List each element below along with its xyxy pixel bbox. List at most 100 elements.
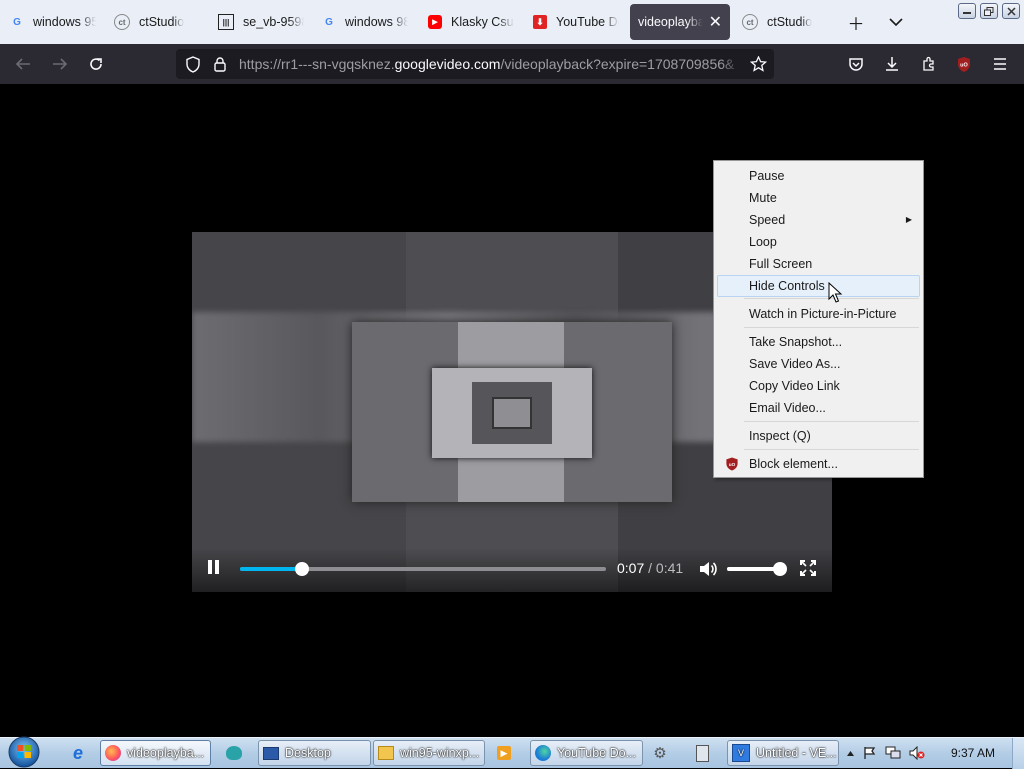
task-videoplayback[interactable]: videoplayba... [100,740,211,766]
submenu-arrow-icon: ▶ [905,215,912,224]
clock[interactable]: 9:37 AM [951,746,995,760]
volume-thumb[interactable] [773,562,788,576]
tab-videoplayback[interactable]: videoplayback ✕ [630,4,730,40]
task-desktop[interactable]: Desktop [258,740,371,766]
menu-item-copy-video-link[interactable]: Copy Video Link [717,375,920,397]
menu-item-label: Email Video... [749,401,826,415]
menu-item-label: Mute [749,191,777,205]
task-label: YouTube Do... [557,746,636,760]
seek-progress [240,567,303,571]
menu-button[interactable] [988,52,1012,76]
show-desktop-button[interactable] [1012,738,1024,769]
task-label: Desktop [285,746,331,760]
pocket-button[interactable] [844,52,868,76]
svg-text:uO: uO [729,462,736,467]
back-button[interactable] [11,52,35,76]
folder-icon [378,746,394,760]
close-icon [1006,6,1016,16]
menu-item-block-element[interactable]: uO Block element... [717,453,920,475]
pause-button[interactable] [208,560,222,576]
volume-muted-icon[interactable] [909,746,925,760]
settings-tool-icon[interactable]: ⚙ [648,742,672,764]
downloads-button[interactable] [880,52,904,76]
tab-klasky-csupo[interactable]: ▶ Klasky Csup [428,4,514,40]
menu-separator [744,449,919,450]
url-text[interactable]: https://rr1---sn-vgqsknez.googlevideo.co… [239,56,741,72]
menu-item-take-snapshot[interactable]: Take Snapshot... [717,331,920,353]
ctstudio-icon: ct [114,14,130,30]
menu-item-inspect[interactable]: Inspect (Q) [717,425,920,447]
menu-item-email-video[interactable]: Email Video... [717,397,920,419]
menu-separator [744,327,919,328]
menu-item-speed[interactable]: Speed ▶ [717,209,920,231]
close-tab-icon[interactable]: ✕ [709,12,722,32]
download-icon: ⬇ [533,15,547,29]
url-bar[interactable]: https://rr1---sn-vgqsknez.googlevideo.co… [176,49,774,79]
tab-youtube-downloader[interactable]: ⬇ YouTube Do [533,4,619,40]
menu-item-hide-controls[interactable]: Hide Controls [717,275,920,297]
action-center-flag-icon[interactable] [863,746,877,760]
current-time: 0:07 [617,560,645,576]
task-untitled-veggietales[interactable]: V Untitled - VE... [727,740,839,766]
task-youtube-downloader[interactable]: YouTube Do... [530,740,643,766]
veggie-icon: V [732,744,750,762]
task-win95-winxp[interactable]: win95-winxp... [373,740,485,766]
video-frame-block [458,322,564,368]
chevron-down-icon [889,18,903,27]
list-all-tabs-button[interactable] [884,10,908,34]
seek-slider[interactable] [240,562,606,576]
reload-button[interactable] [84,52,108,76]
tab-ctstudio[interactable]: ct ctStudio [114,4,204,40]
fullscreen-button[interactable] [800,560,816,576]
start-button[interactable] [4,735,44,769]
taskbar: e videoplayba... Desktop win95-winxp... … [0,735,1024,769]
menu-item-full-screen[interactable]: Full Screen [717,253,920,275]
shield-icon[interactable] [185,56,201,73]
minimize-button[interactable] [958,3,976,19]
ublock-button[interactable]: uO [952,52,976,76]
tab-ctstudio-2[interactable]: ct ctStudio [742,4,832,40]
mouse-cursor-icon [828,282,843,303]
tab-windows-98[interactable]: G windows 98 [322,4,408,40]
menu-item-save-video[interactable]: Save Video As... [717,353,920,375]
hamburger-icon [994,58,1006,70]
volume-slider[interactable] [727,562,788,576]
show-hidden-icons-icon[interactable] [846,750,855,757]
tab-windows-95[interactable]: G windows 95 [10,4,96,40]
menu-item-pause[interactable]: Pause [717,165,920,187]
bookmark-star-icon[interactable] [750,56,767,72]
pocket-icon [849,57,863,71]
restore-icon [984,6,994,16]
archive-icon: ||| [218,14,234,30]
tab-label: YouTube Do [556,15,619,29]
internet-explorer-icon[interactable]: e [66,742,90,764]
fullscreen-icon [800,560,816,576]
lock-icon[interactable] [213,56,227,72]
ctstudio-icon: ct [742,14,758,30]
menu-item-loop[interactable]: Loop [717,231,920,253]
task-label: win95-winxp... [400,746,480,760]
arrow-left-icon [15,58,30,70]
tab-label: ctStudio [767,15,813,29]
media-player-icon[interactable]: ▶ [492,742,516,764]
task-label: Untitled - VE... [756,746,837,760]
seek-thumb[interactable] [295,562,310,576]
menu-item-picture-in-picture[interactable]: Watch in Picture-in-Picture [717,303,920,325]
menu-item-label: Loop [749,235,777,249]
new-tab-button[interactable]: ＋ [844,10,868,34]
restore-button[interactable] [980,3,998,19]
forward-button[interactable] [48,52,72,76]
mute-button[interactable] [698,560,718,578]
firefox-icon [105,745,121,761]
menu-item-mute[interactable]: Mute [717,187,920,209]
menu-item-label: Save Video As... [749,357,841,371]
network-icon[interactable] [885,746,901,760]
tab-se-vb[interactable]: ||| se_vb-9598 [218,4,304,40]
calculator-icon[interactable] [690,742,714,764]
speaker-icon [700,562,717,576]
pinned-app-icon[interactable] [222,742,246,764]
arrow-right-icon [53,58,68,70]
extensions-button[interactable] [917,52,941,76]
video-controls: 0:07 / 0:41 [192,548,832,592]
close-window-button[interactable] [1002,3,1020,19]
